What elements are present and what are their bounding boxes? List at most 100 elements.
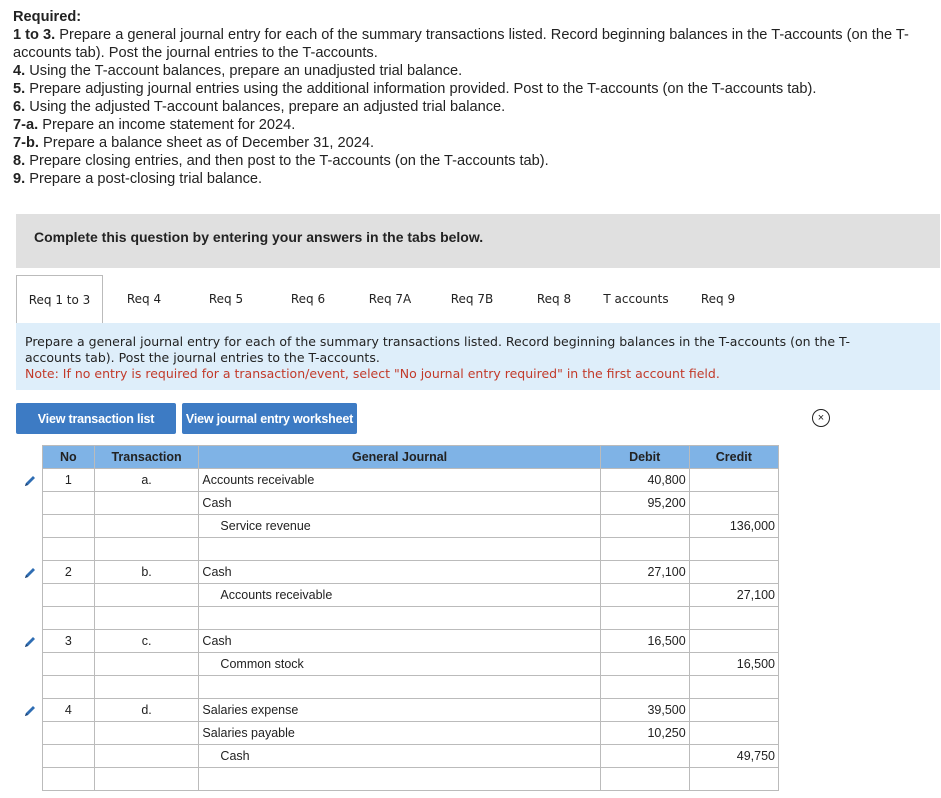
table-row: Common stock 16,500	[42, 652, 780, 676]
account-field[interactable]	[198, 537, 601, 561]
required-item: 7-a. Prepare an income statement for 202…	[13, 117, 296, 133]
tab-bar: Req 1 to 3 Req 4 Req 5 Req 6 Req 7A Req …	[16, 275, 940, 324]
required-item: 4. Using the T-account balances, prepare…	[13, 63, 463, 79]
account-field[interactable]: Service revenue	[198, 514, 601, 538]
debit-field[interactable]	[599, 675, 690, 699]
credit-field[interactable]: 16,500	[688, 652, 780, 676]
tab-req-8[interactable]: Req 8	[515, 275, 593, 322]
pencil-icon[interactable]	[23, 474, 37, 488]
tab-req-5[interactable]: Req 5	[187, 275, 265, 322]
debit-field[interactable]	[599, 744, 690, 768]
debit-field[interactable]	[599, 514, 690, 538]
table-row: Service revenue 136,000	[42, 514, 780, 538]
transaction-letter	[93, 652, 200, 676]
account-field[interactable]: Salaries expense	[198, 698, 601, 722]
account-field[interactable]: Cash	[198, 744, 601, 768]
debit-field[interactable]	[599, 767, 690, 791]
account-field[interactable]: Accounts receivable	[198, 468, 601, 492]
debit-field[interactable]	[599, 606, 690, 630]
account-name: Common stock	[220, 657, 304, 671]
credit-field[interactable]: 49,750	[688, 744, 780, 768]
tab-req-1-to-3[interactable]: Req 1 to 3	[16, 275, 103, 324]
debit-field[interactable]: 40,800	[599, 468, 690, 492]
journal-table: No Transaction General Journal Debit Cre…	[42, 445, 780, 791]
credit-field[interactable]	[688, 675, 780, 699]
credit-field[interactable]	[688, 698, 780, 722]
account-field[interactable]: Accounts receivable	[198, 583, 601, 607]
account-field[interactable]: Common stock	[198, 652, 601, 676]
transaction-letter	[93, 537, 200, 561]
row-number	[42, 583, 95, 607]
credit-field[interactable]	[688, 767, 780, 791]
table-row: 2 b. Cash 27,100	[42, 560, 780, 584]
credit-field[interactable]	[688, 606, 780, 630]
table-row: Cash 49,750	[42, 744, 780, 768]
row-number: 4	[42, 698, 95, 722]
view-transaction-list-button[interactable]: View transaction list	[16, 403, 176, 434]
view-journal-entry-worksheet-button[interactable]: View journal entry worksheet	[182, 403, 357, 434]
account-field[interactable]	[198, 606, 601, 630]
table-row: 4 d. Salaries expense 39,500	[42, 698, 780, 722]
tab-req-7a[interactable]: Req 7A	[351, 275, 429, 322]
instructions-panel: Prepare a general journal entry for each…	[16, 323, 940, 390]
debit-field[interactable]	[599, 652, 690, 676]
debit-field[interactable]	[599, 583, 690, 607]
transaction-letter	[93, 583, 200, 607]
credit-field[interactable]	[688, 721, 780, 745]
tab-t-accounts[interactable]: T accounts	[597, 275, 675, 322]
required-item: 6. Using the adjusted T-account balances…	[13, 99, 506, 115]
account-field[interactable]: Salaries payable	[198, 721, 601, 745]
row-number	[42, 606, 95, 630]
table-header-row: No Transaction General Journal Debit Cre…	[42, 445, 780, 469]
debit-field[interactable]: 39,500	[599, 698, 690, 722]
account-field[interactable]	[198, 675, 601, 699]
credit-field[interactable]	[688, 629, 780, 653]
instructions-text: Prepare a general journal entry for each…	[25, 334, 850, 365]
required-item: 9. Prepare a post-closing trial balance.	[13, 171, 263, 187]
tab-req-6[interactable]: Req 6	[269, 275, 347, 322]
close-icon[interactable]: ×	[812, 409, 830, 427]
credit-field[interactable]	[688, 537, 780, 561]
header-debit: Debit	[599, 445, 690, 469]
tab-req-4[interactable]: Req 4	[105, 275, 183, 322]
row-number: 2	[42, 560, 95, 584]
credit-field[interactable]	[688, 468, 780, 492]
debit-field[interactable]: 10,250	[599, 721, 690, 745]
debit-field[interactable]: 16,500	[599, 629, 690, 653]
tab-req-7b[interactable]: Req 7B	[433, 275, 511, 322]
pencil-icon[interactable]	[23, 704, 37, 718]
account-name: Service revenue	[220, 519, 311, 533]
transaction-letter	[93, 491, 200, 515]
credit-field[interactable]: 136,000	[688, 514, 780, 538]
transaction-letter	[93, 606, 200, 630]
credit-field[interactable]	[688, 560, 780, 584]
tab-req-9[interactable]: Req 9	[679, 275, 757, 322]
account-field[interactable]: Cash	[198, 491, 601, 515]
account-field[interactable]: Cash	[198, 560, 601, 584]
table-row: Salaries payable 10,250	[42, 721, 780, 745]
required-item: 8. Prepare closing entries, and then pos…	[13, 153, 549, 169]
row-number: 3	[42, 629, 95, 653]
debit-field[interactable]	[599, 537, 690, 561]
header-credit: Credit	[688, 445, 780, 469]
row-number	[42, 537, 95, 561]
credit-field[interactable]: 27,100	[688, 583, 780, 607]
account-name: Cash	[220, 749, 250, 763]
account-field[interactable]: Cash	[198, 629, 601, 653]
table-row: 1 a. Accounts receivable 40,800	[42, 468, 780, 492]
header-transaction: Transaction	[93, 445, 200, 469]
transaction-letter	[93, 675, 200, 699]
debit-field[interactable]: 95,200	[599, 491, 690, 515]
row-number	[42, 491, 95, 515]
debit-field[interactable]: 27,100	[599, 560, 690, 584]
header-no: No	[42, 445, 95, 469]
pencil-icon[interactable]	[23, 635, 37, 649]
transaction-letter	[93, 767, 200, 791]
transaction-letter	[93, 744, 200, 768]
table-row	[42, 606, 780, 630]
row-number	[42, 721, 95, 745]
pencil-icon[interactable]	[23, 566, 37, 580]
credit-field[interactable]	[688, 491, 780, 515]
transaction-letter	[93, 721, 200, 745]
account-field[interactable]	[198, 767, 601, 791]
